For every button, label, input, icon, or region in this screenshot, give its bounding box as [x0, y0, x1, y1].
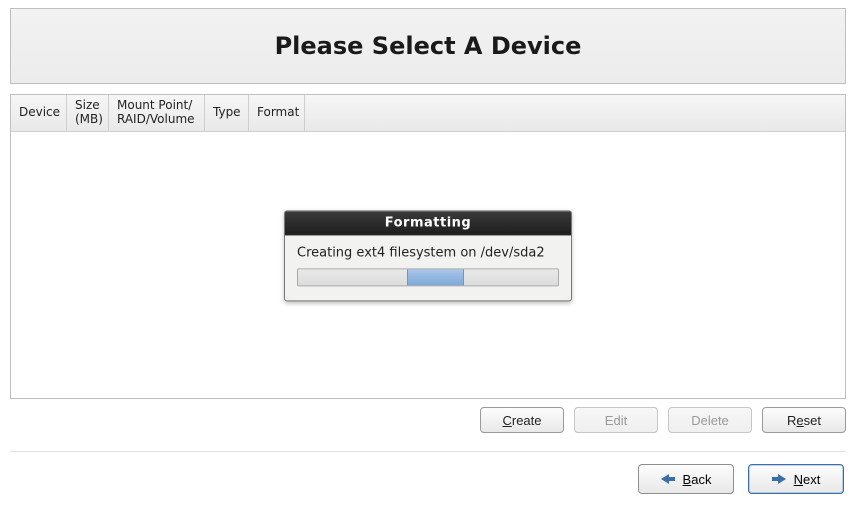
table-header-row: Device Size (MB) Mount Point/ RAID/Volum… — [11, 95, 845, 132]
formatting-dialog: Formatting Creating ext4 filesystem on /… — [284, 210, 572, 301]
edit-button: Edit — [574, 407, 658, 433]
next-button[interactable]: Next — [748, 464, 844, 494]
dialog-message: Creating ext4 filesystem on /dev/sda2 — [297, 245, 559, 260]
device-table: Device Size (MB) Mount Point/ RAID/Volum… — [10, 94, 846, 399]
back-button[interactable]: Back — [638, 464, 734, 494]
partition-buttons: Create Edit Delete Reset — [10, 407, 846, 433]
progress-chunk — [407, 269, 464, 285]
next-button-label: Next — [794, 472, 821, 487]
delete-button-label: Delete — [691, 413, 729, 428]
table-body: Formatting Creating ext4 filesystem on /… — [11, 132, 845, 398]
reset-button-label: Reset — [787, 413, 821, 428]
title-panel: Please Select A Device — [10, 8, 846, 84]
edit-button-label: Edit — [605, 413, 627, 428]
dialog-body: Creating ext4 filesystem on /dev/sda2 — [285, 235, 571, 300]
nav-row: Back Next — [10, 464, 846, 494]
col-mount[interactable]: Mount Point/ RAID/Volume — [109, 95, 205, 131]
col-spacer — [305, 95, 845, 131]
create-button-label: Create — [502, 413, 541, 428]
back-button-label: Back — [683, 472, 712, 487]
divider — [10, 451, 846, 452]
create-button[interactable]: Create — [480, 407, 564, 433]
col-type[interactable]: Type — [205, 95, 249, 131]
delete-button: Delete — [668, 407, 752, 433]
arrow-left-icon — [661, 474, 675, 484]
col-size[interactable]: Size (MB) — [67, 95, 109, 131]
dialog-title: Formatting — [285, 211, 571, 235]
progress-bar — [297, 268, 559, 286]
arrow-right-icon — [772, 474, 786, 484]
col-format[interactable]: Format — [249, 95, 305, 131]
reset-button[interactable]: Reset — [762, 407, 846, 433]
page-title: Please Select A Device — [275, 32, 582, 60]
col-device[interactable]: Device — [11, 95, 67, 131]
